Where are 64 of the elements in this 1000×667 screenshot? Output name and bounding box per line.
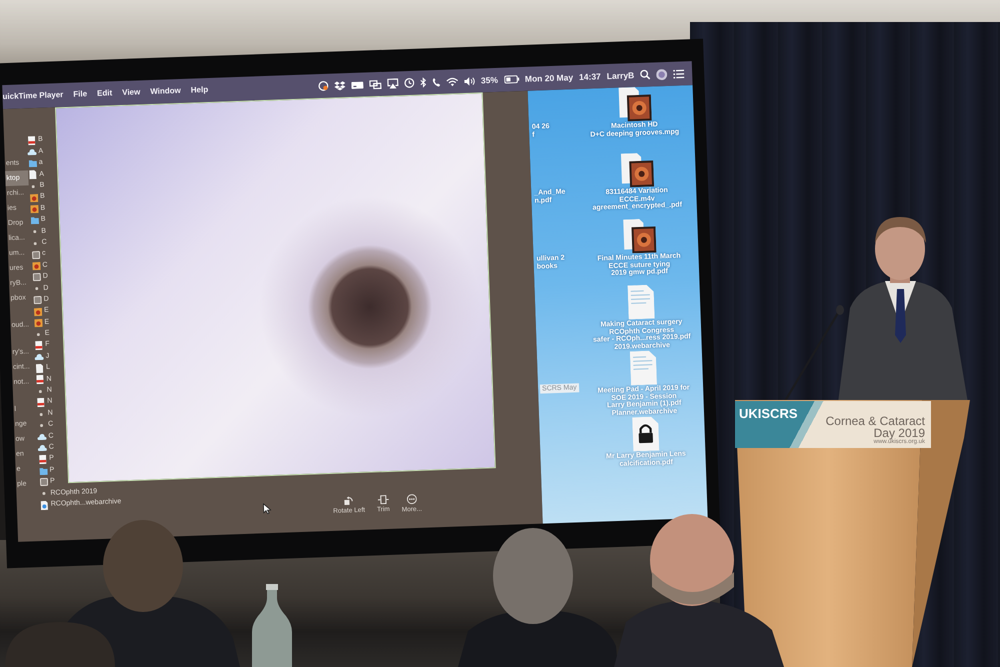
menu-item[interactable]: Window	[150, 84, 182, 98]
image-file-icon[interactable]	[30, 205, 38, 214]
dot-icon[interactable]	[36, 332, 40, 336]
menu-bar-clock[interactable]: 14:37	[578, 70, 602, 84]
search-icon[interactable]	[640, 70, 650, 80]
menu-item[interactable]: Help	[190, 84, 208, 97]
dot-icon[interactable]	[38, 390, 42, 393]
dot-icon[interactable]	[35, 287, 38, 290]
cursor-icon	[262, 503, 272, 514]
app-icon[interactable]	[39, 478, 48, 487]
screen-share-icon[interactable]	[386, 78, 398, 89]
bluetooth-icon[interactable]	[420, 77, 426, 88]
web-file-icon[interactable]	[40, 500, 48, 510]
menu-item[interactable]: View	[122, 86, 140, 99]
image-file-icon[interactable]	[33, 308, 42, 316]
dot-icon[interactable]	[33, 230, 36, 234]
battery-icon[interactable]	[504, 75, 520, 84]
pdf-file-icon[interactable]	[36, 375, 44, 385]
rotate-icon	[344, 496, 354, 506]
wifi-icon[interactable]	[446, 76, 458, 86]
dot-icon[interactable]	[32, 184, 35, 188]
pdf-file-icon[interactable]	[35, 341, 42, 350]
circle-icon[interactable]	[656, 68, 668, 80]
menu-item[interactable]: Edit	[96, 87, 112, 100]
app-icon[interactable]	[32, 273, 41, 282]
app-icon[interactable]	[33, 296, 42, 304]
dot-icon[interactable]	[40, 424, 44, 428]
video-file-icon[interactable]	[616, 86, 652, 122]
sign-title: Cornea & Cataract Day 2019	[824, 415, 925, 439]
folder-icon[interactable]	[30, 216, 39, 224]
cloud-icon[interactable]	[27, 149, 37, 156]
video-file-icon[interactable]	[620, 218, 656, 254]
drive-icon[interactable]	[350, 81, 364, 88]
logo: UKISCRS	[739, 407, 799, 421]
document-icon[interactable]	[36, 364, 44, 374]
cloud-icon[interactable]	[34, 354, 44, 360]
clock-icon[interactable]	[404, 78, 414, 88]
circle-dot-icon[interactable]	[318, 80, 328, 92]
diamonds-icon[interactable]	[334, 80, 346, 90]
windows-icon[interactable]	[368, 79, 382, 89]
app-menu[interactable]: uickTime Player	[2, 89, 64, 104]
battery-percentage: 35%	[480, 74, 498, 87]
menu-item[interactable]: File	[73, 88, 88, 101]
folder-icon[interactable]	[39, 467, 48, 475]
pdf-file-icon[interactable]	[39, 455, 46, 464]
lock-file-icon[interactable]	[632, 416, 659, 452]
ellipsis-icon	[406, 494, 417, 504]
dot-icon[interactable]	[42, 492, 46, 496]
folder-icon[interactable]	[28, 160, 37, 168]
phone-icon[interactable]	[432, 77, 440, 87]
dot-icon[interactable]	[40, 412, 43, 416]
user-menu[interactable]: LarryB	[606, 68, 634, 82]
volume-icon[interactable]	[464, 76, 476, 86]
image-file-icon[interactable]	[32, 262, 40, 270]
video-file-icon[interactable]	[618, 152, 654, 188]
pdf-file-icon[interactable]	[37, 398, 44, 408]
trim-icon	[377, 494, 389, 504]
app-icon[interactable]	[31, 250, 40, 259]
menu-bar-date[interactable]: Mon 20 May	[524, 70, 574, 86]
image-file-icon[interactable]	[34, 318, 42, 328]
pdf-file-icon[interactable]	[28, 136, 36, 146]
dot-icon[interactable]	[34, 242, 37, 245]
list-icon[interactable]	[673, 68, 684, 78]
image-file-icon[interactable]	[29, 194, 38, 202]
